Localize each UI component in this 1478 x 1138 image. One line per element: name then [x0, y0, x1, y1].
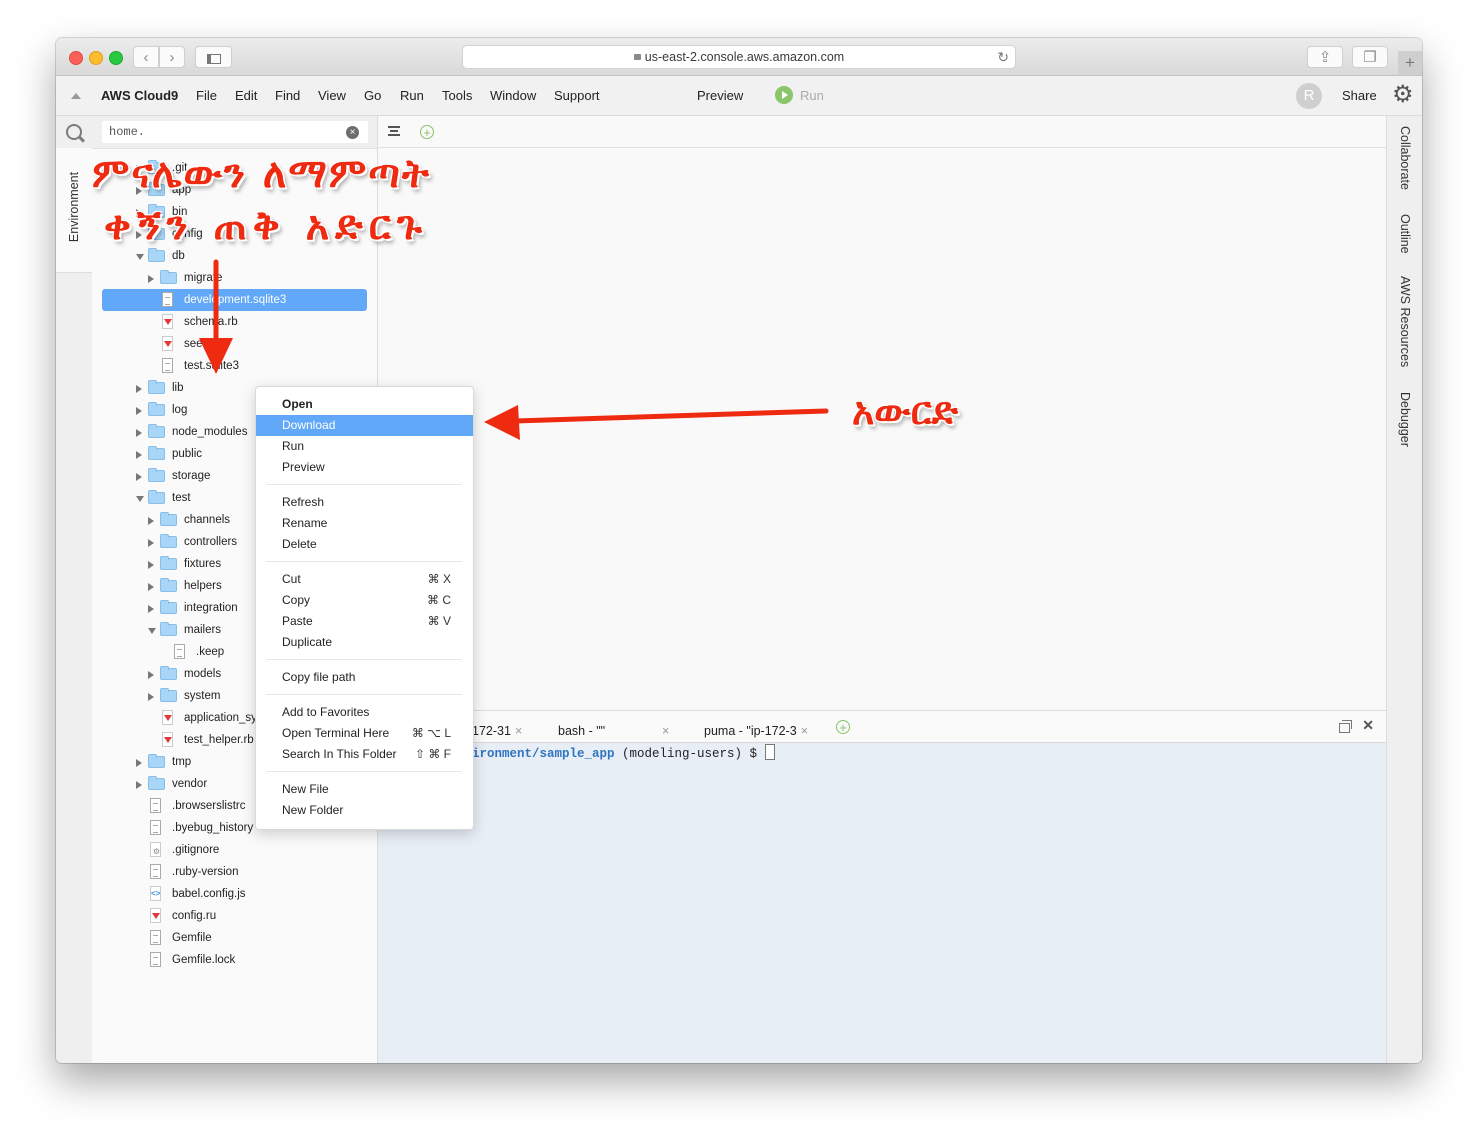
annotation-arrows [199, 259, 829, 440]
left-arrow [484, 405, 829, 440]
down-arrow [199, 259, 233, 374]
